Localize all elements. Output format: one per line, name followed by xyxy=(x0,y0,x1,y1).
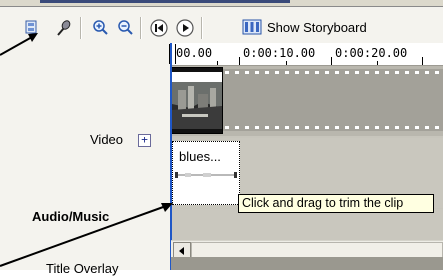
arrow-to-narrate-line xyxy=(0,36,33,56)
arrow-to-trim-handle-line xyxy=(0,205,167,267)
annotation-arrows xyxy=(0,33,173,267)
